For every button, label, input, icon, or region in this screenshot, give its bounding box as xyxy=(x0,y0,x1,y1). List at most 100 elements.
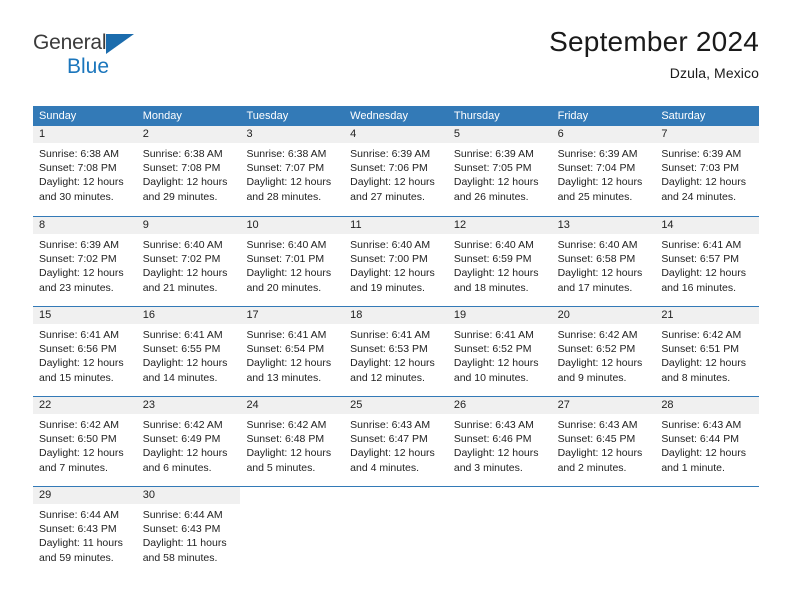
sunset-text: Sunset: 7:08 PM xyxy=(39,162,117,175)
day-details: Sunrise: 6:42 AM Sunset: 6:52 PM Daylight:… xyxy=(552,324,656,385)
daylight-text-line1: Daylight: 12 hours xyxy=(246,447,332,460)
day-number: 8 xyxy=(33,217,137,234)
calendar-day-cell[interactable]: 10 Sunrise: 6:40 AM Sunset: 7:01 PM Dayligh… xyxy=(240,217,345,306)
daylight-text-line2: and 59 minutes. xyxy=(39,551,114,564)
calendar-day-cell-empty xyxy=(655,487,759,576)
day-details xyxy=(240,504,344,508)
calendar-day-cell[interactable]: 29 Sunrise: 6:44 AM Sunset: 6:43 PM Dayligh… xyxy=(33,487,137,576)
calendar-day-cell[interactable]: 16 Sunrise: 6:41 AM Sunset: 6:55 PM Dayligh… xyxy=(136,307,241,396)
day-details: Sunrise: 6:41 AM Sunset: 6:52 PM Daylight:… xyxy=(448,324,552,385)
sunset-text: Sunset: 7:05 PM xyxy=(453,162,532,175)
sunset-text: Sunset: 6:57 PM xyxy=(661,253,739,266)
day-number: 12 xyxy=(447,217,552,234)
sunset-text: Sunset: 7:06 PM xyxy=(350,162,428,175)
day-details: Sunrise: 6:40 AM Sunset: 6:58 PM Daylight:… xyxy=(552,234,656,295)
brand-name-blue: Blue xyxy=(67,55,110,78)
daylight-text-line1: Daylight: 12 hours xyxy=(453,357,539,370)
day-number: 13 xyxy=(551,217,656,234)
calendar-day-cell[interactable]: 14 Sunrise: 6:41 AM Sunset: 6:57 PM Dayligh… xyxy=(655,217,760,306)
day-details xyxy=(552,504,656,508)
day-details: Sunrise: 6:40 AM Sunset: 7:02 PM Daylight:… xyxy=(137,234,241,295)
sunrise-text: Sunrise: 6:42 AM xyxy=(246,419,327,431)
daylight-text-line2: and 19 minutes. xyxy=(350,281,425,294)
weekday-header-monday: Monday xyxy=(142,110,182,122)
calendar-day-cell[interactable]: 18 Sunrise: 6:41 AM Sunset: 6:53 PM Dayligh… xyxy=(344,307,448,396)
day-details: Sunrise: 6:43 AM Sunset: 6:47 PM Daylight:… xyxy=(344,414,448,475)
calendar-day-cell[interactable]: 4 Sunrise: 6:39 AM Sunset: 7:06 PM Daylight… xyxy=(344,126,448,216)
sunset-text: Sunset: 6:49 PM xyxy=(142,433,221,446)
brand-logo[interactable]: General Blue xyxy=(33,26,153,84)
calendar-day-cell[interactable]: 13 Sunrise: 6:40 AM Sunset: 6:58 PM Dayligh… xyxy=(551,217,656,306)
sunset-text: Sunset: 6:58 PM xyxy=(557,253,636,266)
daylight-text-line1: Daylight: 12 hours xyxy=(142,267,228,280)
sunrise-text: Sunrise: 6:41 AM xyxy=(661,239,742,251)
calendar-day-cell[interactable]: 9 Sunrise: 6:40 AM Sunset: 7:02 PM Daylight… xyxy=(136,217,241,306)
calendar-day-cell[interactable]: 21 Sunrise: 6:42 AM Sunset: 6:51 PM Dayligh… xyxy=(655,307,760,396)
daylight-text-line1: Daylight: 12 hours xyxy=(39,267,124,280)
calendar-day-cell[interactable]: 19 Sunrise: 6:41 AM Sunset: 6:52 PM Dayligh… xyxy=(447,307,552,396)
calendar-day-cell[interactable]: 26 Sunrise: 6:43 AM Sunset: 6:46 PM Dayligh… xyxy=(447,397,552,486)
sunrise-text: Sunrise: 6:39 AM xyxy=(39,239,119,251)
calendar-day-cell[interactable]: 5 Sunrise: 6:39 AM Sunset: 7:05 PM Daylight… xyxy=(447,126,552,216)
calendar-day-cell[interactable]: 30 Sunrise: 6:44 AM Sunset: 6:43 PM Dayligh… xyxy=(136,487,241,576)
day-details: Sunrise: 6:41 AM Sunset: 6:56 PM Daylight:… xyxy=(33,324,137,385)
day-details: Sunrise: 6:44 AM Sunset: 6:43 PM Daylight:… xyxy=(137,504,241,565)
day-details: Sunrise: 6:38 AM Sunset: 7:07 PM Daylight:… xyxy=(240,143,344,204)
daylight-text-line2: and 2 minutes. xyxy=(557,461,627,474)
day-number xyxy=(448,487,552,504)
sunset-text: Sunset: 6:50 PM xyxy=(39,433,117,446)
calendar-day-cell[interactable]: 25 Sunrise: 6:43 AM Sunset: 6:47 PM Dayligh… xyxy=(344,397,448,486)
day-details: Sunrise: 6:43 AM Sunset: 6:45 PM Daylight:… xyxy=(552,414,656,475)
calendar-day-cell[interactable]: 27 Sunrise: 6:43 AM Sunset: 6:45 PM Dayligh… xyxy=(551,397,656,486)
calendar-day-cell[interactable]: 28 Sunrise: 6:43 AM Sunset: 6:44 PM Dayligh… xyxy=(655,397,760,486)
day-number: 21 xyxy=(655,307,760,324)
day-number: 26 xyxy=(447,397,552,414)
calendar-day-cell[interactable]: 24 Sunrise: 6:42 AM Sunset: 6:48 PM Dayligh… xyxy=(240,397,345,486)
daylight-text-line2: and 23 minutes. xyxy=(39,281,114,294)
day-number: 28 xyxy=(655,397,760,414)
calendar-day-cell[interactable]: 15 Sunrise: 6:41 AM Sunset: 6:56 PM Dayligh… xyxy=(33,307,137,396)
sunrise-text: Sunrise: 6:43 AM xyxy=(557,419,638,431)
daylight-text-line1: Daylight: 12 hours xyxy=(246,176,332,189)
sunset-text: Sunset: 7:03 PM xyxy=(661,162,739,175)
sunrise-text: Sunrise: 6:39 AM xyxy=(557,148,638,160)
calendar-day-cell[interactable]: 22 Sunrise: 6:42 AM Sunset: 6:50 PM Dayligh… xyxy=(33,397,137,486)
calendar-day-cell[interactable]: 11 Sunrise: 6:40 AM Sunset: 7:00 PM Dayligh… xyxy=(344,217,448,306)
day-number: 3 xyxy=(240,126,345,143)
calendar-day-cell[interactable]: 1 Sunrise: 6:38 AM Sunset: 7:08 PM Daylight… xyxy=(33,126,137,216)
calendar-day-cell[interactable]: 6 Sunrise: 6:39 AM Sunset: 7:04 PM Daylight… xyxy=(551,126,656,216)
calendar-day-cell[interactable]: 2 Sunrise: 6:38 AM Sunset: 7:08 PM Daylight… xyxy=(136,126,241,216)
day-details: Sunrise: 6:39 AM Sunset: 7:06 PM Daylight:… xyxy=(344,143,448,204)
triangle-flag-icon xyxy=(106,34,134,54)
daylight-text-line1: Daylight: 12 hours xyxy=(557,357,643,370)
sunrise-text: Sunrise: 6:40 AM xyxy=(350,239,431,251)
daylight-text-line1: Daylight: 12 hours xyxy=(246,267,332,280)
sunset-text: Sunset: 6:43 PM xyxy=(142,523,221,536)
calendar-day-cell[interactable]: 12 Sunrise: 6:40 AM Sunset: 6:59 PM Dayligh… xyxy=(447,217,552,306)
sunset-text: Sunset: 6:45 PM xyxy=(557,433,636,446)
calendar-weeks: 1 Sunrise: 6:38 AM Sunset: 7:08 PM Daylight… xyxy=(33,126,760,576)
sunrise-text: Sunrise: 6:41 AM xyxy=(39,329,119,341)
day-details: Sunrise: 6:43 AM Sunset: 6:44 PM Daylight:… xyxy=(655,414,759,475)
daylight-text-line1: Daylight: 12 hours xyxy=(246,357,332,370)
day-details xyxy=(344,504,448,508)
day-number: 23 xyxy=(136,397,241,414)
calendar-day-cell[interactable]: 23 Sunrise: 6:42 AM Sunset: 6:49 PM Dayligh… xyxy=(136,397,241,486)
calendar-day-cell[interactable]: 17 Sunrise: 6:41 AM Sunset: 6:54 PM Dayligh… xyxy=(240,307,345,396)
daylight-text-line2: and 27 minutes. xyxy=(350,190,425,203)
calendar-grid: Sunday Monday Tuesday Wednesday Thursday Frid… xyxy=(33,106,760,576)
daylight-text-line1: Daylight: 11 hours xyxy=(142,537,227,550)
sunrise-text: Sunrise: 6:41 AM xyxy=(142,329,223,341)
sunset-text: Sunset: 7:02 PM xyxy=(39,253,117,266)
sunset-text: Sunset: 7:07 PM xyxy=(246,162,325,175)
daylight-text-line2: and 25 minutes. xyxy=(557,190,633,203)
calendar-day-cell[interactable]: 8 Sunrise: 6:39 AM Sunset: 7:02 PM Daylight… xyxy=(33,217,137,306)
weekday-header-row: Sunday Monday Tuesday Wednesday Thursday Frid… xyxy=(33,106,759,126)
calendar-day-cell[interactable]: 20 Sunrise: 6:42 AM Sunset: 6:52 PM Dayligh… xyxy=(551,307,656,396)
calendar-day-cell[interactable]: 3 Sunrise: 6:38 AM Sunset: 7:07 PM Daylight… xyxy=(240,126,345,216)
calendar-day-cell[interactable]: 7 Sunrise: 6:39 AM Sunset: 7:03 PM Daylight… xyxy=(655,126,760,216)
daylight-text-line1: Daylight: 12 hours xyxy=(453,176,539,189)
daylight-text-line2: and 10 minutes. xyxy=(453,371,529,384)
daylight-text-line1: Daylight: 12 hours xyxy=(142,447,228,460)
sunset-text: Sunset: 6:44 PM xyxy=(661,433,739,446)
